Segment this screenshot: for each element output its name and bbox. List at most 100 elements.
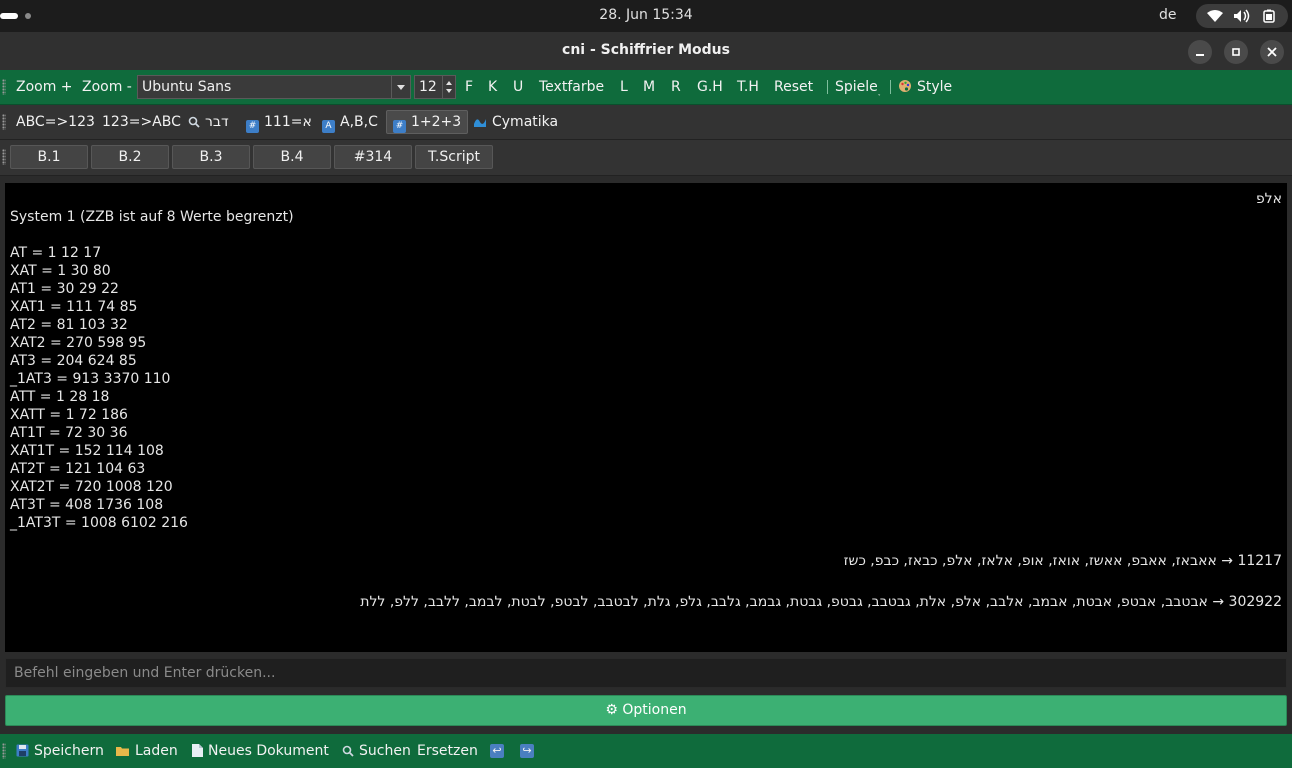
num111-label: 111=א [264, 114, 312, 130]
zoom-in-button[interactable]: Zoom + [16, 70, 73, 104]
value-line: AT3T = 408 1736 108 [10, 497, 164, 513]
games-menu-label: Spiele [835, 79, 878, 95]
clock[interactable]: 28. Jun 15:34 [0, 7, 1292, 23]
value-line: _1AT3T = 1008 6102 216 [10, 515, 188, 531]
font-select-value: Ubuntu Sans [142, 79, 232, 95]
search-label: Suchen [359, 743, 411, 759]
toolbar-handle[interactable] [2, 114, 6, 130]
new-document-label: Neues Dokument [208, 743, 329, 759]
document-icon [192, 744, 203, 757]
redo-icon[interactable]: ↪ [520, 744, 534, 758]
value-line: _1AT3 = 913 3370 110 [10, 371, 171, 387]
system-top-bar: 28. Jun 15:34 de [0, 0, 1292, 32]
minimize-button[interactable] [1188, 40, 1212, 64]
search-button[interactable]: Suchen [342, 734, 411, 768]
style-label: Style [917, 79, 953, 95]
output-text-area[interactable]: אלפ System 1 (ZZB ist auf 8 Werte begren… [5, 183, 1287, 652]
battery-icon [1262, 9, 1275, 23]
value-line: XAT2 = 270 598 95 [10, 335, 147, 351]
close-button[interactable] [1260, 40, 1284, 64]
cymatika-button[interactable]: Cymatika [473, 105, 558, 139]
dabar-button[interactable]: דבר [188, 105, 229, 139]
command-input[interactable]: Befehl eingeben und Enter drücken... [5, 658, 1287, 688]
minimize-icon [1196, 54, 1204, 56]
zoom-out-button[interactable]: Zoom - [82, 70, 132, 104]
tab-b4[interactable]: B.4 [253, 145, 331, 169]
undo-icon[interactable]: ↩ [490, 744, 504, 758]
font-size-spinbox[interactable]: 12 [414, 75, 456, 99]
bold-button[interactable]: F [465, 70, 473, 104]
format-toolbar: Zoom + Zoom - Ubuntu Sans 12 F K U Textf… [0, 70, 1292, 105]
font-select[interactable]: Ubuntu Sans [137, 75, 411, 99]
value-line: AT1T = 72 30 36 [10, 425, 128, 441]
style-button[interactable]: Style [898, 70, 952, 104]
folder-icon [116, 747, 129, 756]
tab-314[interactable]: #314 [334, 145, 412, 169]
numbers-icon: # [246, 120, 259, 133]
system-info-line: System 1 (ZZB ist auf 8 Werte begrenzt) [10, 209, 294, 225]
dabar-label: דבר [205, 114, 229, 130]
load-button[interactable]: Laden [116, 734, 178, 768]
options-button[interactable]: ⚙ Optionen [5, 695, 1287, 726]
abc-category-label: A,B,C [340, 114, 378, 130]
maximize-icon [1232, 48, 1240, 56]
chevron-down-icon: ˯ [877, 87, 881, 97]
spin-arrows-icon[interactable] [442, 76, 455, 98]
volume-icon [1233, 9, 1250, 23]
toolbar-separator [890, 80, 891, 94]
tab-b1[interactable]: B.1 [10, 145, 88, 169]
value-line: XATT = 1 72 186 [10, 407, 128, 423]
wave-icon [474, 119, 486, 127]
tab-b3[interactable]: B.3 [172, 145, 250, 169]
toolbar-handle[interactable] [2, 79, 6, 95]
123-to-abc-button[interactable]: 123=>ABC [102, 105, 181, 139]
value-line: AT = 1 12 17 [10, 245, 102, 261]
reset-button[interactable]: Reset [774, 70, 813, 104]
chevron-down-icon [391, 76, 410, 98]
num111-button[interactable]: #111=א [246, 105, 312, 139]
align-left-button[interactable]: L [620, 70, 628, 104]
tab-tscript[interactable]: T.Script [415, 145, 493, 169]
games-menu-button[interactable]: Spiele˯ [835, 70, 881, 104]
font-size-value: 12 [419, 79, 437, 95]
system-menu[interactable] [1196, 4, 1288, 28]
save-label: Speichern [34, 743, 104, 759]
text-color-button[interactable]: Textfarbe [539, 70, 604, 104]
align-center-button[interactable]: M [643, 70, 655, 104]
wifi-icon [1207, 10, 1224, 22]
value-line: AT3 = 204 624 85 [10, 353, 137, 369]
window-titlebar[interactable]: cni - Schiffrier Modus [0, 32, 1292, 71]
replace-button[interactable]: Ersetzen [417, 734, 478, 768]
value-line: XAT1 = 111 74 85 [10, 299, 138, 315]
gh-button[interactable]: G.H [697, 70, 723, 104]
value-line: XAT = 1 30 80 [10, 263, 111, 279]
abc-to-123-button[interactable]: ABC=>123 [16, 105, 95, 139]
file-toolbar: Speichern Laden Neues Dokument Suchen Er… [0, 734, 1292, 768]
keyboard-layout[interactable]: de [1159, 7, 1177, 23]
new-document-button[interactable]: Neues Dokument [192, 734, 329, 768]
underline-button[interactable]: U [513, 70, 523, 104]
toolbar-handle[interactable] [2, 743, 6, 759]
th-button[interactable]: T.H [737, 70, 759, 104]
sum-button[interactable]: #1+2+3 [386, 110, 469, 134]
abc-category-button[interactable]: A A,B,C [322, 105, 378, 139]
italic-button[interactable]: K [488, 70, 497, 104]
cipher-toolbar: ABC=>123 123=>ABC דבר #111=א A A,B,C #1+2… [0, 105, 1292, 140]
result-line: 11217 → אאבאז, אאבפ, אאשז, אואז, אופ, אל… [843, 553, 1282, 569]
close-icon [1267, 47, 1277, 57]
value-line: ATT = 1 28 18 [10, 389, 110, 405]
maximize-button[interactable] [1224, 40, 1248, 64]
window-title: cni - Schiffrier Modus [562, 42, 730, 58]
tab-b2[interactable]: B.2 [91, 145, 169, 169]
value-line: XAT1T = 152 114 108 [10, 443, 164, 459]
sum-label: 1+2+3 [411, 114, 462, 130]
magnifier-icon [342, 745, 354, 757]
save-button[interactable]: Speichern [16, 734, 104, 768]
numbers-icon: # [393, 120, 406, 133]
result-line: 302922 → אבטבב, אבטפ, אבטת, אבמב, אלבב, … [360, 594, 1282, 610]
toolbar-handle[interactable] [2, 149, 6, 165]
toolbar-separator [827, 80, 828, 94]
hebrew-word-heading: אלפ [1255, 191, 1282, 207]
letters-icon: A [322, 120, 335, 133]
align-right-button[interactable]: R [671, 70, 681, 104]
